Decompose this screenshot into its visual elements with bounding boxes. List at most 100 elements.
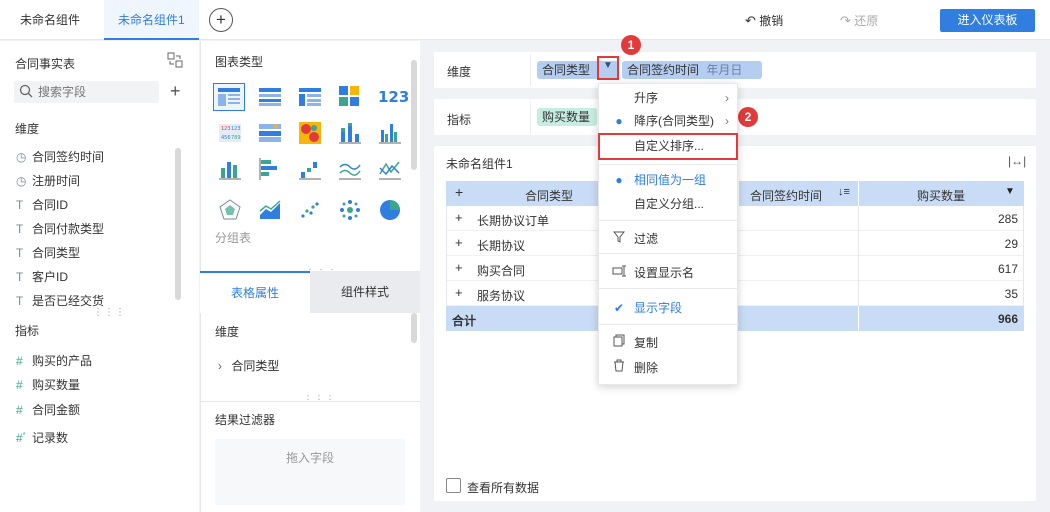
field-customer-id[interactable]: T 客户ID [16, 268, 68, 286]
scatter-icon[interactable] [299, 199, 321, 221]
dimension-scrollbar[interactable] [175, 148, 181, 300]
result-filter-title: 结果过滤器 [215, 413, 276, 427]
fit-width-icon[interactable]: |↔| [1008, 154, 1026, 168]
menu-item-filter[interactable]: 过滤 [599, 227, 739, 251]
enter-dashboard-button[interactable]: 进入仪表板 [940, 9, 1035, 32]
horizontal-bar-icon[interactable] [259, 158, 281, 180]
menu-item-custom-sort[interactable]: 自定义排序... [598, 133, 738, 160]
hash-icon: # [16, 354, 23, 368]
tab-component-style[interactable]: 组件样式 [310, 271, 420, 313]
line-chart-icon[interactable] [339, 158, 361, 180]
expand-row-icon[interactable]: + [455, 210, 463, 225]
number-table-icon[interactable]: 123 123456 789 [219, 124, 241, 142]
cross-table-icon[interactable] [299, 88, 321, 106]
heatmap-icon[interactable] [299, 122, 321, 144]
number-123-icon[interactable]: 123 [378, 88, 409, 106]
row-type-cell: 购买合同 [477, 264, 526, 278]
polyline-chart-icon[interactable] [379, 158, 401, 180]
metric-chip-quantity[interactable]: 购买数量 [537, 108, 597, 126]
menu-item-same-value-group[interactable]: ● 相同值为一组 [599, 168, 739, 192]
kpi-grid-icon[interactable] [339, 86, 359, 106]
menu-item-ascending[interactable]: 升序 › [599, 86, 739, 110]
divider [530, 101, 531, 133]
resize-handle[interactable]: ⋮⋮⋮ [93, 307, 126, 318]
menu-separator [599, 288, 739, 289]
redo-button[interactable]: ↷ 还原 [840, 12, 878, 29]
chart-type-group-table[interactable] [213, 83, 245, 111]
menu-item-descending[interactable]: ● 降序(合同类型) › [599, 109, 739, 133]
chevron-right-icon: › [725, 114, 729, 128]
field-record-count[interactable]: #* 记录数 [16, 427, 68, 445]
expand-all-icon[interactable]: + [455, 184, 463, 200]
expand-row-icon[interactable]: + [455, 260, 463, 275]
expand-row-icon[interactable]: + [455, 285, 463, 300]
props-scrollbar[interactable] [411, 313, 417, 343]
radar-icon[interactable] [219, 199, 241, 221]
tab-unnamed-component[interactable]: 未命名组件 [6, 0, 94, 40]
menu-item-show-field[interactable]: ✔ 显示字段 [599, 296, 739, 320]
divider [858, 206, 859, 306]
row-type-cell: 服务协议 [477, 289, 526, 303]
list-card-icon[interactable] [259, 124, 281, 142]
chevron-right-icon: › [218, 359, 222, 373]
props-dimension-item[interactable]: › 合同类型 [218, 357, 279, 374]
props-dimension-header: 维度 [215, 325, 240, 339]
add-field-icon[interactable]: + [170, 82, 181, 100]
dataset-title: 合同事实表 [15, 57, 76, 71]
switch-dataset-icon[interactable] [167, 52, 185, 68]
svg-text:123: 123 [221, 126, 231, 132]
divider [1023, 206, 1024, 306]
stacked-bar-icon[interactable] [339, 122, 361, 144]
dropdown-trigger-highlight[interactable]: ▼ [597, 56, 619, 80]
menu-item-display-name[interactable]: 设置显示名 [599, 261, 739, 285]
svg-text:456: 456 [221, 135, 231, 141]
search-box[interactable] [14, 81, 159, 103]
field-contract-sign-time[interactable]: ◷ 合同签约时间 [16, 148, 104, 166]
dimension-chip-sign-time[interactable]: 合同签约时间 年月日 [622, 61, 762, 79]
sort-icon[interactable]: ↓≡ [838, 186, 850, 198]
caret-down-icon[interactable]: ▼ [1005, 186, 1015, 197]
area-chart-icon[interactable] [259, 199, 281, 221]
table-header-contract-type[interactable]: 合同类型 [525, 187, 573, 204]
field-contract-id[interactable]: T 合同ID [16, 196, 68, 214]
add-tab-icon[interactable]: + [209, 8, 233, 32]
expand-row-icon[interactable]: + [455, 235, 463, 250]
tab-unnamed-component-1[interactable]: 未命名组件1 [104, 0, 199, 40]
rename-icon [611, 261, 627, 285]
search-input[interactable] [38, 83, 156, 101]
field-payment-type[interactable]: T 合同付款类型 [16, 220, 104, 238]
bar-chart-icon[interactable] [219, 158, 241, 180]
dimension-header: 维度 [15, 122, 40, 136]
view-all-checkbox[interactable] [446, 478, 461, 493]
bubble-icon[interactable] [339, 199, 361, 221]
field-register-time[interactable]: ◷ 注册时间 [16, 172, 80, 190]
dimension-bar-label: 维度 [447, 65, 472, 79]
table-header-quantity[interactable]: 购买数量 [917, 187, 965, 204]
total-value: 966 [997, 312, 1018, 326]
waterfall-icon[interactable] [299, 158, 321, 180]
copy-icon [611, 331, 627, 355]
field-contract-type[interactable]: T 合同类型 [16, 244, 80, 262]
field-purchased-product[interactable]: # 购买的产品 [16, 352, 92, 370]
menu-item-copy[interactable]: 复制 [599, 331, 739, 355]
chart-type-scrollbar[interactable] [411, 60, 417, 170]
field-purchase-quantity[interactable]: # 购买数量 [16, 376, 80, 394]
group-table-icon [218, 88, 240, 106]
pie-chart-icon[interactable] [379, 199, 401, 221]
undo-button[interactable]: ↶ 撤销 [745, 12, 783, 29]
grouped-bar-icon[interactable] [379, 122, 401, 144]
table-header-sign-time[interactable]: 合同签约时间 [730, 187, 852, 204]
menu-item-delete[interactable]: 删除 [599, 356, 739, 380]
caret-down-icon: ▼ [603, 60, 613, 71]
field-contract-amount[interactable]: # 合同金额 [16, 401, 80, 419]
check-icon: ✔ [613, 301, 625, 315]
chart-type-name: 分组表 [215, 231, 252, 245]
text-t-icon: T [16, 246, 24, 260]
detail-table-icon[interactable] [259, 88, 281, 106]
field-delivered[interactable]: T 是否已经交货 [16, 292, 104, 310]
result-filter-dropzone[interactable]: 拖入字段 [215, 439, 405, 505]
menu-item-custom-group[interactable]: 自定义分组... [599, 192, 739, 216]
menu-separator [599, 220, 739, 221]
tab-table-properties[interactable]: 表格属性 [200, 271, 310, 313]
divider [200, 401, 420, 402]
